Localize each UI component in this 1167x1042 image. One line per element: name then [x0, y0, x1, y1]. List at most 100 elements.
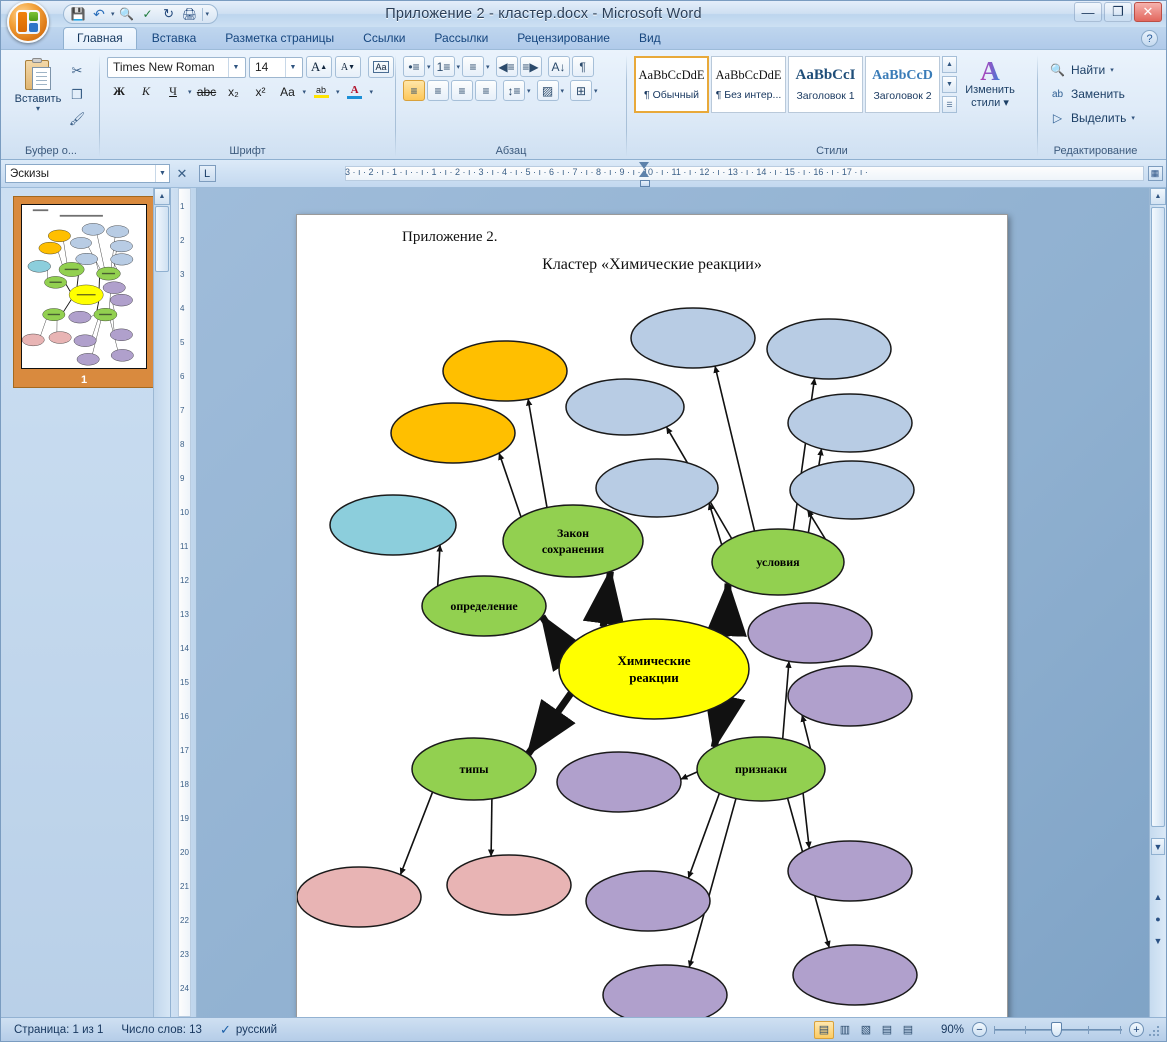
numbering-dropdown-icon[interactable]: ▾: [457, 63, 461, 71]
tab-review[interactable]: Рецензирование: [503, 27, 624, 49]
change-styles-button[interactable]: A Изменить стили ▾: [957, 56, 1023, 110]
diagram-node-empty[interactable]: [38, 241, 62, 255]
print-icon[interactable]: 🖨: [181, 6, 199, 23]
document-canvas[interactable]: Приложение 2. Кластер «Химические реакци…: [197, 188, 1166, 1017]
justify-icon[interactable]: ≡: [475, 80, 497, 101]
increase-indent-icon[interactable]: ≡▶: [519, 56, 542, 77]
tab-stop-selector[interactable]: L: [194, 165, 220, 182]
align-center-icon[interactable]: ≡: [427, 80, 449, 101]
diagram-node-empty[interactable]: [110, 253, 134, 266]
cut-icon[interactable]: ✂: [66, 60, 88, 81]
diagram-node-empty[interactable]: [556, 751, 682, 813]
diagram-node-empty[interactable]: [68, 311, 92, 324]
shading-icon[interactable]: ▨: [536, 80, 559, 101]
diagram-node-empty[interactable]: [70, 237, 92, 249]
view-print-layout-icon[interactable]: ▤: [814, 1020, 834, 1039]
diagram-node-empty[interactable]: [390, 402, 516, 464]
diagram-node-empty[interactable]: [73, 334, 97, 347]
styles-scroll-up-icon[interactable]: ▲: [942, 56, 957, 73]
borders-icon[interactable]: ⊞: [570, 80, 593, 101]
style-heading-1[interactable]: AaBbCcI Заголовок 1: [788, 56, 863, 113]
diagram-node-empty[interactable]: [106, 225, 129, 238]
diagram-node-empty[interactable]: [766, 318, 892, 380]
print-preview-icon[interactable]: 🔍: [118, 6, 136, 23]
diagram-node-empty[interactable]: [602, 964, 728, 1017]
zoom-out-button[interactable]: −: [972, 1022, 987, 1037]
diagram-node-empty[interactable]: [747, 602, 873, 664]
replace-button[interactable]: ab Заменить: [1045, 82, 1129, 106]
view-outline-icon[interactable]: ▤: [877, 1021, 897, 1039]
copy-icon[interactable]: ❐: [66, 84, 88, 105]
view-draft-icon[interactable]: ▤: [898, 1021, 918, 1039]
diagram-node-law[interactable]: [502, 504, 644, 578]
view-full-screen-reading-icon[interactable]: ▥: [835, 1021, 855, 1039]
text-highlight-icon[interactable]: ab: [309, 81, 333, 102]
diagram-node-center[interactable]: [558, 618, 750, 720]
highlight-dropdown-icon[interactable]: ▾: [336, 88, 340, 96]
diagram-node-empty[interactable]: [787, 840, 913, 902]
close-button[interactable]: ✕: [1134, 2, 1162, 22]
word-count-status[interactable]: Число слов: 13: [112, 1024, 211, 1036]
tab-mailings[interactable]: Рассылки: [420, 27, 502, 49]
left-indent-marker-icon[interactable]: [640, 179, 650, 187]
diagram-node-empty[interactable]: [442, 340, 568, 402]
diagram-node-empty[interactable]: [585, 870, 711, 932]
diagram-node-empty[interactable]: [565, 378, 685, 436]
multilevel-list-icon[interactable]: ≡: [462, 56, 485, 77]
superscript-button[interactable]: x²: [249, 81, 273, 102]
help-icon[interactable]: ?: [1141, 30, 1158, 47]
diagram-node-empty[interactable]: [630, 307, 756, 369]
select-button[interactable]: ▷ Выделить ▾: [1045, 106, 1139, 130]
next-page-icon[interactable]: ▼: [1151, 932, 1165, 949]
format-painter-icon[interactable]: 🖌: [66, 108, 88, 129]
diagram-node-empty[interactable]: [22, 333, 45, 347]
diagram-node-empty[interactable]: [787, 393, 913, 453]
diagram-node-empty[interactable]: [110, 328, 133, 341]
align-right-icon[interactable]: ≡: [451, 80, 473, 101]
previous-page-icon[interactable]: ▲: [1151, 888, 1165, 905]
tab-references[interactable]: Ссылки: [349, 27, 419, 49]
save-icon[interactable]: 💾: [69, 6, 87, 23]
undo-dropdown-icon[interactable]: ▾: [111, 10, 115, 18]
underline-dropdown-icon[interactable]: ▾: [188, 88, 192, 96]
font-family-dropdown-icon[interactable]: ▼: [228, 57, 243, 77]
bold-button[interactable]: Ж: [107, 81, 131, 102]
diagram-node-empty[interactable]: [792, 944, 918, 1006]
bullets-icon[interactable]: •≡: [403, 56, 425, 77]
styles-scroll-down-icon[interactable]: ▼: [942, 76, 957, 93]
font-size-combo[interactable]: 14 ▼: [249, 56, 303, 78]
line-spacing-icon[interactable]: ↕≡: [503, 80, 525, 101]
paste-dropdown-icon[interactable]: ▾: [36, 105, 40, 113]
thumbnails-close-icon[interactable]: ✕: [174, 166, 190, 182]
font-color-dropdown-icon[interactable]: ▾: [370, 88, 374, 96]
line-spacing-dropdown-icon[interactable]: ▾: [527, 87, 531, 95]
style-heading-2[interactable]: AaBbCcD Заголовок 2: [865, 56, 940, 113]
maximize-button[interactable]: ❐: [1104, 2, 1132, 22]
scroll-up-icon[interactable]: ▲: [1150, 188, 1166, 205]
customize-qat-icon[interactable]: ▾: [206, 10, 210, 18]
repeat-icon[interactable]: ↻: [160, 6, 178, 23]
diagram-node-empty[interactable]: [789, 460, 915, 520]
diagram-node-empty[interactable]: [102, 281, 126, 294]
font-family-combo[interactable]: Times New Roman ▼: [107, 56, 246, 78]
ruler-toggle-button[interactable]: ▦: [1144, 160, 1166, 188]
zoom-slider[interactable]: [994, 1022, 1122, 1037]
thumbnails-dropdown-icon[interactable]: ▼: [155, 165, 169, 182]
diagram-node-empty[interactable]: [297, 866, 422, 928]
borders-dropdown-icon[interactable]: ▾: [594, 87, 598, 95]
office-button[interactable]: [7, 1, 49, 43]
thumbnails-scroll-up-icon[interactable]: ▲: [154, 188, 170, 205]
select-dropdown-icon[interactable]: ▾: [1131, 114, 1135, 122]
change-case-dropdown-icon[interactable]: ▾: [303, 88, 307, 96]
styles-more-icon[interactable]: ☰: [942, 96, 957, 113]
style-no-spacing[interactable]: AaBbCcDdE ¶ Без интер...: [711, 56, 786, 113]
diagram-node-empty[interactable]: [110, 240, 133, 253]
zoom-level[interactable]: 90%: [926, 1024, 964, 1036]
diagram-node-empty[interactable]: [595, 458, 719, 518]
scroll-down-icon[interactable]: ▼: [1151, 838, 1165, 855]
find-button[interactable]: 🔍 Найти ▾: [1045, 58, 1118, 82]
show-formatting-marks-icon[interactable]: ¶: [571, 56, 594, 77]
tab-view[interactable]: Вид: [625, 27, 675, 49]
diagram-node-empty[interactable]: [329, 494, 457, 556]
diagram-node-empty[interactable]: [446, 854, 572, 916]
